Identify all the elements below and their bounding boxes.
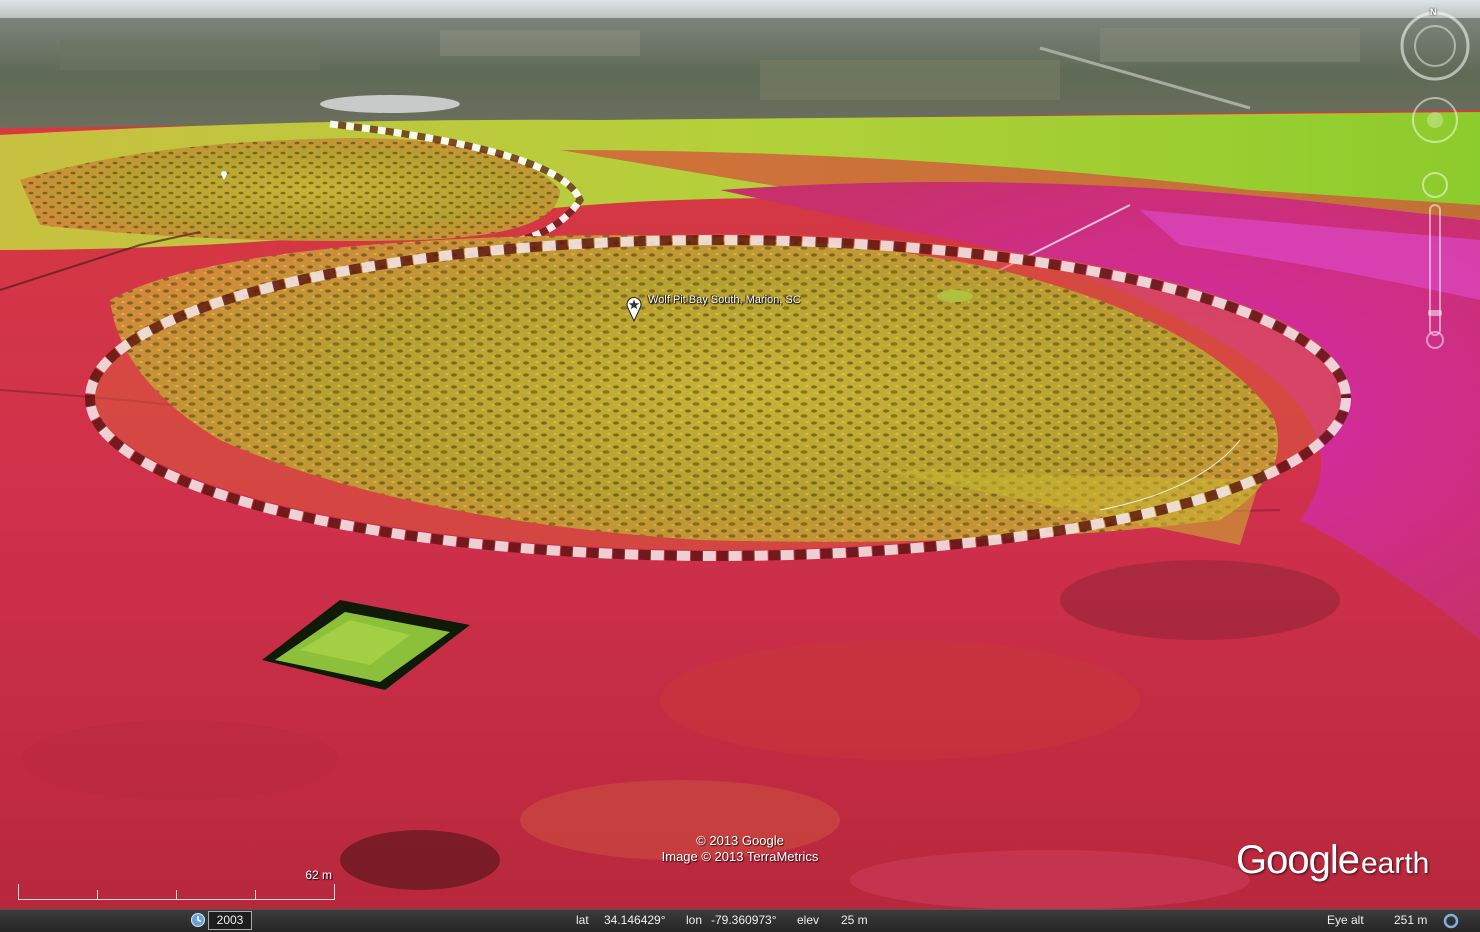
lon-label: lon: [686, 913, 703, 927]
compass-ring-icon[interactable]: [1400, 11, 1470, 81]
map-viewport[interactable]: Wolf Pit Bay South, Marion, SC © 2013 Go…: [0, 0, 1480, 910]
scale-tick: [97, 890, 98, 900]
star-pin-icon[interactable]: [624, 296, 644, 322]
copyright-google: © 2013 Google: [696, 833, 784, 848]
scale-tick: [18, 884, 19, 900]
nav-graphics: [1400, 11, 1470, 349]
scale-tick: [176, 890, 177, 900]
zoom-slider[interactable]: [1426, 204, 1444, 349]
logo-word-google: Google: [1236, 838, 1360, 882]
copyright-imagery: Image © 2013 TerraMetrics: [661, 849, 819, 864]
lat-value: 34.146429°: [604, 913, 666, 927]
lon-value: -79.360973°: [711, 913, 777, 927]
scale-tick: [255, 890, 256, 900]
elev-value: 25 m: [841, 913, 868, 927]
placemark-label[interactable]: Wolf Pit Bay South, Marion, SC: [648, 294, 801, 306]
status-bar: 2003 lat 34.146429° lon -79.360973° elev…: [0, 909, 1480, 932]
lat-label: lat: [576, 913, 589, 927]
move-joystick-icon[interactable]: [1422, 172, 1448, 198]
clock-history-icon[interactable]: [190, 912, 206, 928]
navigation-controls: N: [1398, 7, 1472, 370]
scale-label: 62 m: [305, 868, 332, 882]
logo-word-earth: earth: [1360, 847, 1430, 880]
streaming-ring-icon: [1443, 913, 1459, 929]
compass-north-label: N: [1430, 7, 1437, 17]
map-copyright: © 2013 Google Image © 2013 TerraMetrics: [600, 833, 880, 865]
elev-label: elev: [797, 913, 820, 927]
eye-alt-label: Eye alt: [1327, 913, 1364, 927]
terrain-render: [0, 0, 1480, 910]
scale-bar: 62 m: [18, 868, 336, 904]
google-earth-logo: Googleearth: [1236, 838, 1429, 883]
look-joystick-icon[interactable]: [1412, 97, 1458, 143]
historical-year[interactable]: 2003: [208, 911, 252, 930]
scale-tick: [334, 884, 335, 900]
eye-alt-value: 251 m: [1394, 913, 1428, 927]
